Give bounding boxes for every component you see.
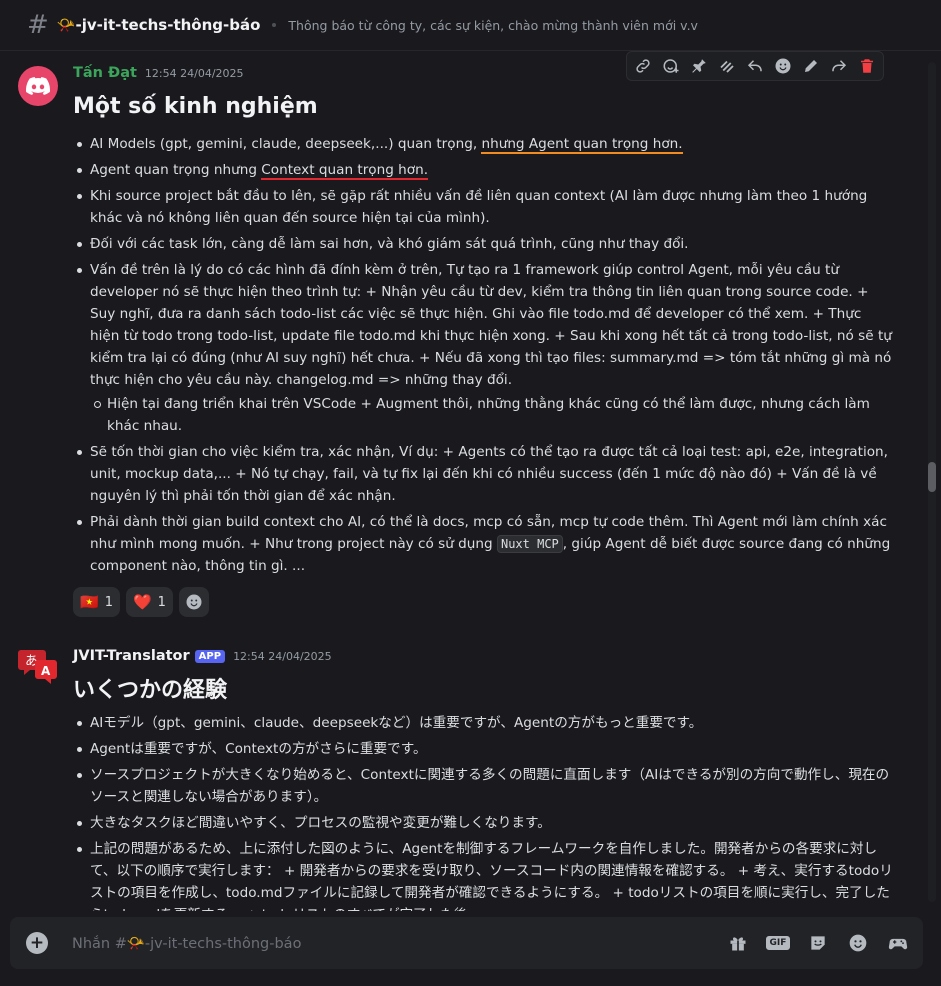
emoji-icon[interactable]	[845, 932, 871, 954]
message-list: Tấn Đạt 12:54 24/04/2025 Một số kinh ngh…	[0, 51, 941, 911]
thread-icon[interactable]	[717, 55, 737, 77]
list-item: Vấn đề trên là lý do có các hình đã đính…	[73, 259, 893, 437]
reaction-vn-flag[interactable]: 🇻🇳 1	[73, 587, 120, 617]
channel-header: # 📯-jv-it-techs-thông-báo Thông báo từ c…	[0, 0, 941, 51]
author-name[interactable]: Tấn Đạt	[73, 65, 137, 81]
scrollbar-thumb[interactable]	[928, 462, 936, 492]
game-icon[interactable]	[885, 932, 911, 954]
attach-plus-icon[interactable]: +	[26, 932, 48, 954]
list-item: Khi source project bắt đầu to lên, sẽ gặ…	[73, 185, 893, 229]
app-badge: APP	[194, 650, 226, 663]
message-jvit-translator[interactable]: あ A JVIT-Translator APP 12:54 24/04/2025…	[0, 636, 920, 911]
gif-icon[interactable]: GIF	[765, 932, 791, 954]
list-item: Phải dành thời gian build context cho AI…	[73, 511, 893, 577]
avatar[interactable]	[18, 66, 58, 106]
timestamp[interactable]: 12:54 24/04/2025	[233, 650, 332, 663]
text: AI Models (gpt, gemini, claude, deepseek…	[90, 136, 482, 152]
reaction-heart[interactable]: ❤️ 1	[125, 587, 173, 617]
pin-icon[interactable]	[689, 55, 709, 77]
add-reaction-icon	[186, 594, 202, 610]
list-item: AIモデル（gpt、gemini、claude、deepseekなど）は重要です…	[73, 712, 893, 734]
inline-code: Nuxt MCP	[496, 535, 563, 553]
reply-icon[interactable]	[745, 55, 765, 77]
reaction-count: 1	[104, 594, 113, 610]
list-item: Sẽ tốn thời gian cho việc kiểm tra, xác …	[73, 441, 893, 507]
edit-icon[interactable]	[801, 55, 821, 77]
message-header: JVIT-Translator APP 12:54 24/04/2025	[73, 648, 332, 664]
list-item: 上記の問題があるため、上に添付した図のように、Agentを制御するフレームワーク…	[73, 838, 893, 911]
list-item: 大きなタスクほど間違いやすく、プロセスの監視や変更が難しくなります。	[73, 812, 893, 834]
sticker-icon[interactable]	[805, 932, 831, 954]
discord-logo-icon	[26, 77, 50, 95]
message-header: Tấn Đạt 12:54 24/04/2025	[73, 65, 244, 81]
message-heading: Một số kinh nghiệm	[73, 94, 318, 119]
list-item: Agent quan trọng nhưng Context quan trọn…	[73, 159, 893, 181]
translator-logo-icon: あ A	[18, 650, 57, 684]
hashtag-icon: #	[27, 10, 49, 40]
flag-vn-icon: 🇻🇳	[80, 593, 99, 611]
list-item: Agentは重要ですが、Contextの方がさらに重要です。	[73, 738, 893, 760]
channel-name[interactable]: 📯-jv-it-techs-thông-báo	[57, 16, 261, 34]
message-input[interactable]: Nhắn #📯-jv-it-techs-thông-báo	[72, 935, 725, 952]
emoji-icon[interactable]	[773, 55, 793, 77]
add-reaction-icon[interactable]	[661, 55, 681, 77]
author-name[interactable]: JVIT-Translator	[73, 648, 190, 664]
reactions-bar: 🇻🇳 1 ❤️ 1	[73, 587, 209, 617]
heart-icon: ❤️	[132, 593, 152, 611]
message-body: AIモデル（gpt、gemini、claude、deepseekなど）は重要です…	[73, 712, 893, 911]
sub-list-item: Hiện tại đang triển khai trên VSCode + A…	[90, 393, 893, 437]
underlined-text: nhưng Agent quan trọng hơn.	[481, 136, 683, 154]
message-composer[interactable]: + Nhắn #📯-jv-it-techs-thông-báo GIF	[10, 917, 923, 969]
message-tan-dat[interactable]: Tấn Đạt 12:54 24/04/2025 Một số kinh ngh…	[0, 51, 920, 626]
composer-icons: GIF	[725, 932, 911, 954]
message-heading: いくつかの経験	[73, 678, 228, 703]
svg-text:A: A	[41, 664, 51, 678]
timestamp[interactable]: 12:54 24/04/2025	[145, 67, 244, 80]
text: Vấn đề trên là lý do có các hình đã đính…	[90, 262, 892, 388]
forward-icon[interactable]	[829, 55, 849, 77]
underlined-text: Context quan trọng hơn.	[261, 162, 429, 180]
text: Agent quan trọng nhưng	[90, 162, 262, 178]
avatar[interactable]: あ A	[18, 646, 58, 686]
sub-list: Hiện tại đang triển khai trên VSCode + A…	[90, 393, 893, 437]
add-reaction-button[interactable]	[178, 587, 209, 617]
delete-icon[interactable]	[857, 55, 877, 77]
header-divider	[272, 23, 277, 27]
link-icon[interactable]	[633, 55, 653, 77]
list-item: AI Models (gpt, gemini, claude, deepseek…	[73, 133, 893, 155]
message-actions-toolbar	[626, 51, 884, 81]
gift-icon[interactable]	[725, 932, 751, 954]
channel-topic[interactable]: Thông báo từ công ty, các sự kiện, chào …	[288, 18, 698, 33]
reaction-count: 1	[157, 594, 166, 610]
list-item: ソースプロジェクトが大きくなり始めると、Contextに関連する多くの問題に直面…	[73, 764, 893, 808]
message-body: AI Models (gpt, gemini, claude, deepseek…	[73, 133, 893, 581]
list-item: Đối với các task lớn, càng dễ làm sai hơ…	[73, 233, 893, 255]
